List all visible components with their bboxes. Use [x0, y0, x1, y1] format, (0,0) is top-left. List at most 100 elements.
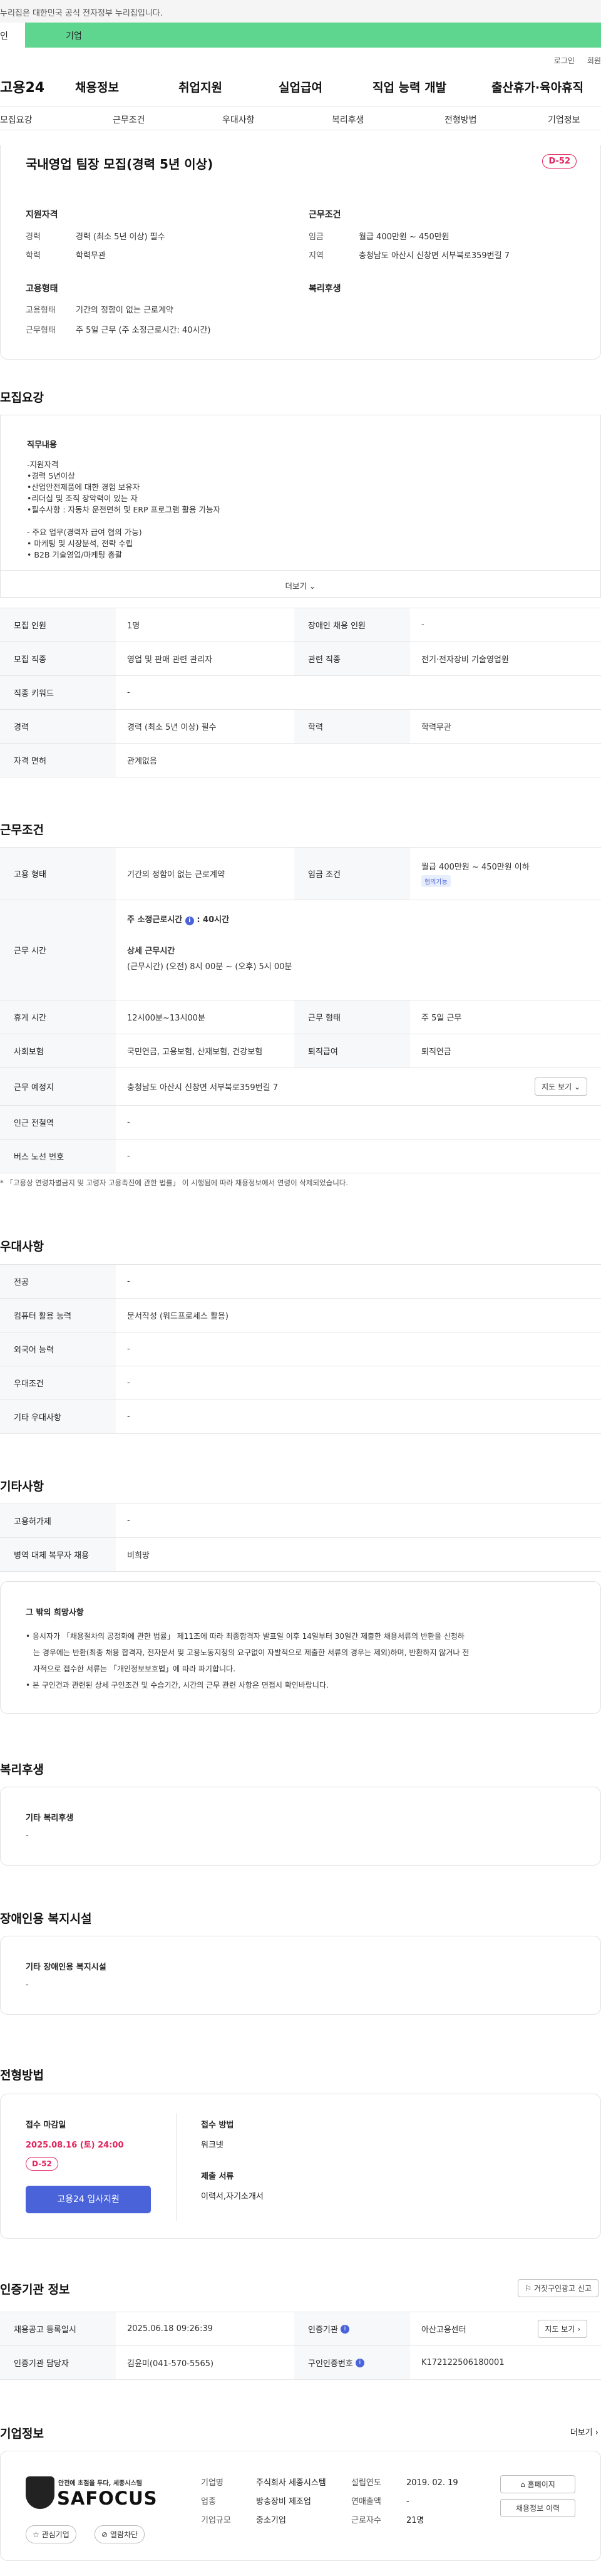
place-value: 충청남도 아산시 신창면 서부북로359번길 7	[127, 1083, 278, 1093]
homepage-button[interactable]: ⌂ 홈페이지	[500, 2475, 575, 2493]
method-title: 접수 방법	[201, 2121, 234, 2130]
util-links: 로그인 회원	[0, 48, 601, 66]
gnb-item-jobs[interactable]: 채용정보	[75, 78, 178, 95]
duty-line: • B2B 기술영업/마케팅 총괄	[27, 550, 123, 559]
table-row: 병역 대체 복무자 채용 비희망	[0, 1538, 601, 1572]
emp-type-value: 기간의 정함이 없는 근로계약	[76, 306, 173, 315]
subnav-welfare[interactable]: 복리후생	[332, 113, 444, 130]
duty-line	[27, 516, 220, 527]
table-header: 병역 대체 복무자 채용	[0, 1538, 116, 1571]
docs-title: 제출 서류	[201, 2172, 234, 2181]
table-row: 휴게 시간 12시00분~13시00분 근무 형태 주 5일 근무	[0, 1000, 601, 1034]
table-row: 채용공고 등록일시 2025.06.18 09:26:39 인증기관 i 아산고용센터…	[0, 2312, 601, 2346]
block-company-button[interactable]: ⊘ 열람차단	[95, 2525, 145, 2543]
like-label: 관심기업	[41, 2530, 69, 2539]
table-header: 모집 인원	[0, 608, 116, 641]
table-cell: -	[127, 1151, 130, 1161]
site-logo[interactable]: 고용24	[0, 76, 75, 96]
subnav-screening[interactable]: 전형방법	[444, 113, 548, 130]
table-header: 인근 전철역	[0, 1106, 116, 1139]
cond-region-label: 지역	[309, 251, 324, 261]
gov-notice: 누리집은 대한민국 공식 전자정부 누리집입니다.	[0, 0, 601, 23]
screening-box: 접수 마감일 2025.08.16 (토) 24:00 D-52 고용24 입사…	[0, 2094, 601, 2239]
industry-value: 방송장비 제조업	[256, 2497, 311, 2506]
map-button[interactable]: 지도 보기 ⌄	[535, 1078, 587, 1096]
job-history-button[interactable]: 채용정보 이력	[500, 2499, 575, 2517]
cert-no-label: 구인인증번호	[308, 2359, 353, 2369]
tab-company[interactable]: 기업	[25, 23, 601, 48]
table-cell: -	[127, 1118, 130, 1127]
like-company-button[interactable]: ☆ 관심기업	[26, 2525, 76, 2543]
gnb-item-leave[interactable]: 출산휴가·육아휴직	[491, 78, 583, 95]
company-info-col2: 설립연도 2019. 02. 19 연매출액 - 근로자수 21명	[351, 2474, 458, 2530]
duty-line: •필수사항 : 자동차 운전면허 및 ERP 프로그램 활용 가능자	[27, 505, 220, 514]
table-row: 근무 예정지 충청남도 아산시 신창면 서부북로359번길 7 지도 보기 ⌄	[0, 1068, 601, 1106]
signup-link[interactable]: 회원	[587, 56, 601, 65]
cert-section-title: 인증기관 정보	[0, 2283, 70, 2297]
info-icon[interactable]: i	[340, 2324, 349, 2334]
info-icon[interactable]: i	[185, 917, 194, 925]
table-cell: 퇴직연금	[421, 1047, 451, 1057]
duty-card: 직무내용 -지원자격 •경력 5년이상 •산업안전제품에 대한 경험 보유자 •…	[0, 415, 601, 598]
age-note: * 「고용상 연령차별금지 및 고령자 고용촉진에 관한 법률」 이 시행됨에 …	[0, 1178, 349, 1187]
home-icon: ⌂	[520, 2480, 525, 2489]
company-info-col1: 기업명 주식회사 세종시스템 업종 방송장비 제조업 기업규모 중소기업	[201, 2474, 326, 2530]
table-header: 관련 직종	[294, 642, 410, 675]
subnav-conditions[interactable]: 근무조건	[113, 113, 222, 130]
table-cell: -	[127, 1277, 130, 1286]
table-header: 근무 형태	[294, 1000, 410, 1034]
info-icon[interactable]: i	[355, 2358, 364, 2367]
note-line: • 응시자가 「채용절차의 공정화에 관한 법률」 제11조에 따라 최종합격자…	[26, 1632, 465, 1641]
apply-button[interactable]: 고용24 입사지원	[26, 2186, 151, 2213]
table-row: 전공 -	[0, 1265, 601, 1299]
login-link[interactable]: 로그인	[554, 56, 575, 65]
table-cell: -	[127, 1412, 130, 1421]
work-section-title: 근무조건	[0, 823, 44, 837]
gnb-item-support[interactable]: 취업지원	[178, 78, 279, 95]
founded-value: 2019. 02. 19	[406, 2478, 458, 2488]
cond-wage-value: 월급 400만원 ~ 450만원	[359, 232, 449, 242]
more-toggle[interactable]: 더보기 ⌄	[1, 570, 600, 598]
company-box: 안전에 초점을 두다, 세종시스템 SAFOCUS ☆ 관심기업 ⊘ 열람차단 …	[0, 2451, 601, 2561]
hours-detail-title: 상세 근무시간	[127, 947, 175, 956]
company-section-title: 기업정보	[0, 2427, 44, 2441]
table-header: 휴게 시간	[0, 1000, 116, 1034]
gnb-item-unemployment[interactable]: 실업급여	[279, 78, 372, 95]
map-button-label: 지도 보기	[542, 1083, 572, 1091]
cond-region-value: 충청남도 아산시 신창면 서부북로359번길 7	[359, 251, 510, 261]
disab-box: 기타 장애인용 복지시설 -	[0, 1936, 601, 2015]
duty-line: • 마케팅 및 시장분석, 전략 수립	[27, 539, 133, 548]
duty-text: -지원자격 •경력 5년이상 •산업안전제품에 대한 경험 보유자 •리더십 및…	[27, 459, 220, 561]
table-header: 컴퓨터 활용 능력	[0, 1299, 116, 1332]
cert-org-cell: 아산고용센터 지도 보기 ›	[410, 2312, 601, 2345]
employees-label: 근로자수	[351, 2516, 381, 2525]
method-value: 워크넷	[201, 2141, 223, 2150]
table-header: 채용공고 등록일시	[0, 2312, 116, 2345]
table-header: 우대조건	[0, 1366, 116, 1400]
user-type-tabs: 인 기업	[0, 23, 601, 48]
table-row: 우대조건 -	[0, 1366, 601, 1400]
table-cell: 기간의 정함이 없는 근로계약	[127, 870, 225, 880]
extra-notes-text: • 응시자가 「채용절차의 공정화에 관한 법률」 제11조에 따라 최종합격자…	[26, 1628, 589, 1693]
subnav-preference[interactable]: 우대사항	[222, 113, 332, 130]
recruit-table: 모집 인원 1명 장애인 채용 인원 - 모집 직종 영업 및 판매 관련 관리자 관련 …	[0, 608, 601, 777]
table-row: 인근 전철역 -	[0, 1106, 601, 1140]
tab-person[interactable]: 인	[0, 23, 25, 48]
hours-week-value: : 40시간	[197, 915, 230, 925]
subnav-company[interactable]: 기업정보	[548, 113, 580, 130]
map-button[interactable]: 지도 보기 ›	[538, 2320, 587, 2338]
logo-tagline: 안전에 초점을 두다, 세종시스템	[58, 2480, 142, 2487]
table-header: 인증기관 i	[294, 2312, 410, 2345]
pref-table: 전공 - 컴퓨터 활용 능력 문서작성 (워드프로세스 활용) 외국어 능력 - 우대…	[0, 1264, 601, 1434]
table-cell: 주 5일 근무	[421, 1014, 462, 1023]
table-header: 학력	[294, 710, 410, 743]
company-more-link[interactable]: 더보기 ›	[570, 2426, 598, 2438]
duty-line: •산업안전제품에 대한 경험 보유자	[27, 482, 140, 492]
gnb-item-training[interactable]: 직업 능력 개발	[372, 78, 491, 95]
duty-line: •리더십 및 조직 장악력이 있는 자	[27, 494, 138, 503]
table-cell: 영업 및 판매 관련 관리자	[127, 655, 213, 665]
wage-value: 월급 400만원 ~ 450만원 이하	[421, 863, 530, 872]
qual-title: 지원자격	[26, 210, 58, 220]
report-button[interactable]: ⚐ 거짓구인광고 신고	[518, 2279, 598, 2297]
subnav-recruit[interactable]: 모집요강	[0, 113, 113, 130]
